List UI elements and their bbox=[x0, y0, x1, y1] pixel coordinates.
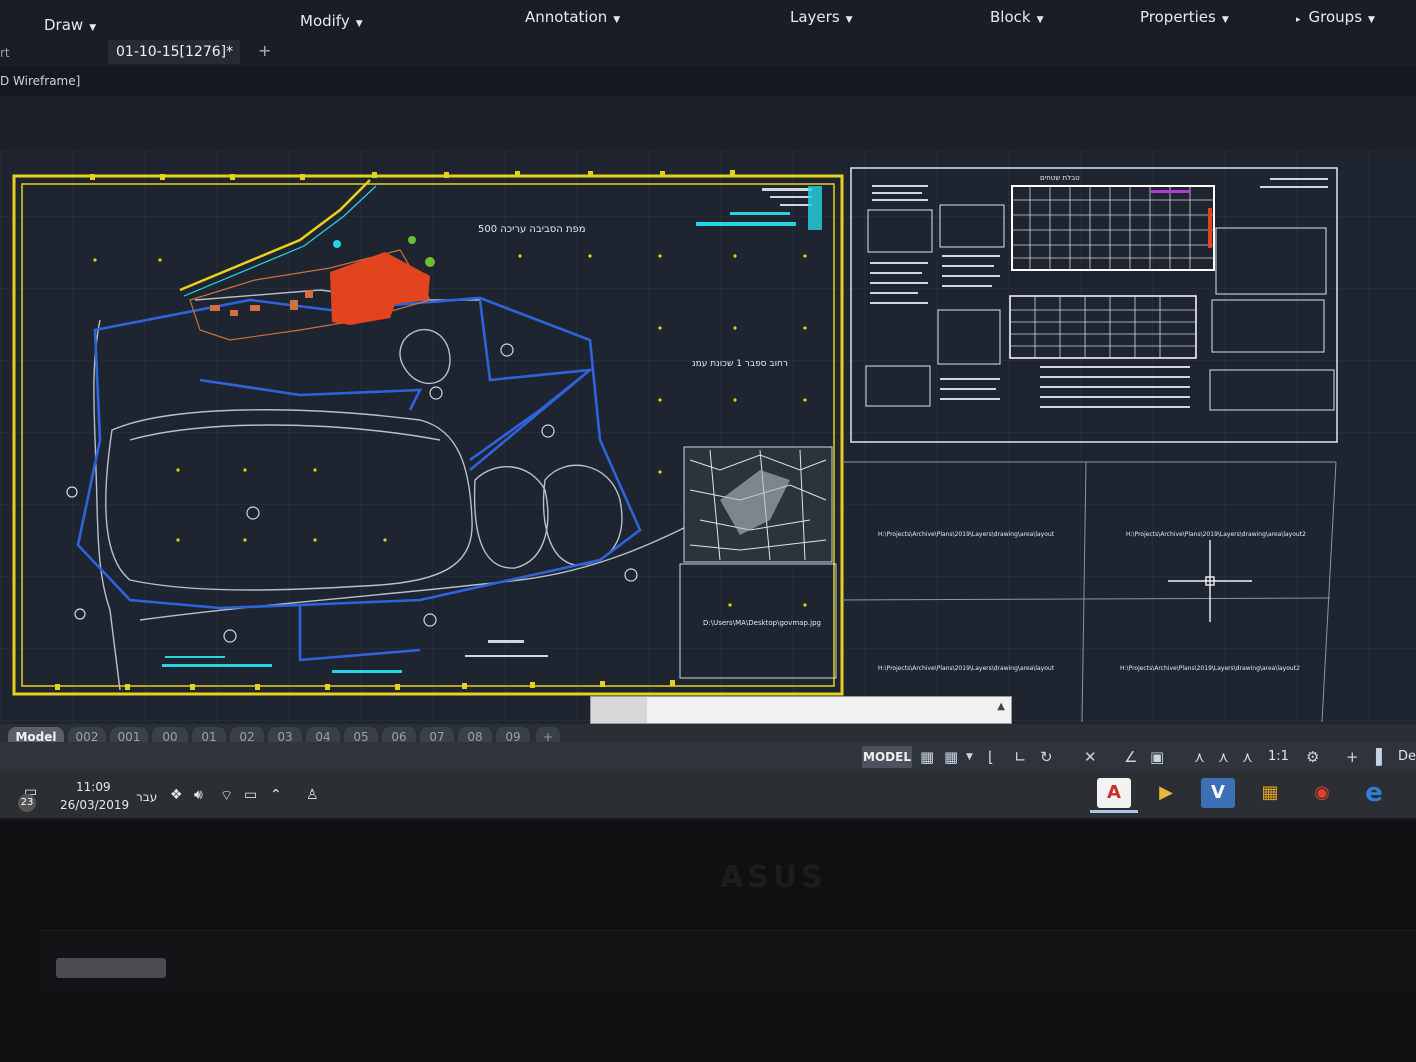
active-app-indicator bbox=[1090, 810, 1138, 813]
screen: Draw ▼ Modify ▼ Annotation ▼ Layers ▼ Block ▼… bbox=[0, 0, 1416, 820]
ribbon-panel-label: Modify bbox=[300, 12, 350, 30]
infer-constraints-icon[interactable]: ⌊ bbox=[988, 748, 994, 766]
chevron-down-icon: ▼ bbox=[1368, 15, 1375, 25]
ribbon-panel-properties[interactable]: Properties ▼ bbox=[1140, 8, 1229, 26]
chevron-down-icon: ▼ bbox=[845, 15, 853, 25]
grid bbox=[0, 150, 1416, 725]
media-app-icon[interactable]: ▶ bbox=[1149, 778, 1183, 808]
clock-date[interactable]: 26/03/2019 bbox=[60, 798, 129, 812]
battery-icon[interactable]: ▭ bbox=[244, 787, 257, 803]
object-snap-tracking-icon[interactable]: ✕ bbox=[1084, 748, 1097, 766]
viewport-label[interactable]: D Wireframe] bbox=[0, 74, 80, 88]
ribbon: Draw ▼ Modify ▼ Annotation ▼ Layers ▼ Block ▼… bbox=[0, 0, 1416, 40]
xref-path-4: H:\Projects\Archive\Plans\2019\Layers\dr… bbox=[1120, 665, 1300, 672]
ribbon-panel-modify[interactable]: Modify ▼ bbox=[300, 12, 363, 30]
edge-app-icon[interactable]: e bbox=[1357, 778, 1391, 808]
snap-mode-icon[interactable]: ▦ bbox=[944, 748, 958, 766]
ribbon-panel-label: Layers bbox=[790, 8, 840, 26]
xref-path-1: H:\Projects\Archive\Plans\2019\Layers\dr… bbox=[878, 531, 1055, 538]
customize-icon[interactable]: ▌ bbox=[1376, 748, 1388, 766]
command-line-tools[interactable] bbox=[591, 697, 647, 723]
autocad-app-icon[interactable]: A bbox=[1097, 778, 1131, 808]
status-trailing-text: De bbox=[1398, 749, 1416, 764]
chevron-down-icon: ▼ bbox=[1036, 15, 1044, 25]
site-label: רחוב ספבר 1 שכונת עמנ bbox=[692, 359, 788, 369]
ribbon-panel-label: Properties bbox=[1140, 8, 1216, 26]
input-language[interactable]: עבר bbox=[136, 790, 157, 804]
legend-header: טבלת שטחים bbox=[1040, 174, 1080, 182]
ribbon-panel-label: Block bbox=[990, 8, 1031, 26]
plus-icon[interactable]: + bbox=[1346, 748, 1359, 766]
site-title: מפת הסביבה עריכה 500 bbox=[478, 224, 586, 235]
ribbon-panel-draw[interactable]: Draw ▼ bbox=[44, 16, 96, 34]
new-tab-icon[interactable]: + bbox=[258, 41, 271, 60]
left-cut-text: rt bbox=[0, 46, 10, 60]
ribbon-panel-label: Annotation bbox=[525, 8, 608, 26]
annotation-scale[interactable]: 1:1 bbox=[1268, 749, 1289, 764]
visio-app-icon[interactable]: V bbox=[1201, 778, 1235, 808]
expand-icon: ▸ bbox=[1296, 15, 1301, 25]
chevron-down-icon: ▼ bbox=[613, 15, 621, 25]
chevron-down-icon: ▼ bbox=[89, 23, 97, 33]
clock-time[interactable]: 11:09 bbox=[76, 780, 111, 794]
ribbon-panel-groups[interactable]: ▸ Groups ▼ bbox=[1296, 8, 1375, 26]
ribbon-panel-label: Draw bbox=[44, 16, 84, 34]
ribbon-panel-annotation[interactable]: Annotation ▼ bbox=[525, 8, 620, 26]
chevron-up-icon[interactable]: ▲ bbox=[997, 701, 1005, 712]
model-space-button[interactable]: MODEL bbox=[862, 746, 912, 768]
drawing-canvas[interactable]: מפת הסביבה עריכה 500 רחוב ספבר 1 שכונת ע… bbox=[0, 150, 1416, 725]
ortho-mode-icon[interactable]: ∟ bbox=[1014, 748, 1027, 766]
lineweight-icon[interactable]: ▣ bbox=[1150, 748, 1164, 766]
chrome-app-icon[interactable]: ◉ bbox=[1305, 778, 1339, 808]
wifi-icon[interactable]: ⌔ bbox=[220, 787, 233, 805]
xref-path-3: H:\Projects\Archive\Plans\2019\Layers\dr… bbox=[878, 665, 1055, 672]
laptop-hinge bbox=[40, 930, 1416, 991]
command-line[interactable]: ▲ bbox=[590, 696, 1012, 724]
document-tab[interactable]: 01-10-15[1276]* bbox=[108, 40, 240, 64]
laptop-foot bbox=[56, 958, 166, 978]
image-path-label: D:\Users\MA\Desktop\govmap.jpg bbox=[703, 619, 821, 627]
laptop-brand-logo: ASUS bbox=[720, 860, 827, 895]
chevron-down-icon: ▼ bbox=[355, 19, 363, 29]
notification-badge: 23 bbox=[18, 794, 36, 812]
ribbon-panel-block[interactable]: Block ▼ bbox=[990, 8, 1044, 26]
volume-icon[interactable]: 🔊︎ bbox=[194, 787, 203, 803]
grid-display-icon[interactable]: ▦ bbox=[920, 748, 934, 766]
chevron-down-icon[interactable]: ▼ bbox=[966, 752, 973, 762]
object-snap-icon[interactable]: ∠ bbox=[1124, 748, 1137, 766]
annotation-scale-icon[interactable]: ⋏ bbox=[1242, 748, 1253, 766]
polar-tracking-icon[interactable]: ↻ bbox=[1040, 748, 1053, 766]
chevron-up-icon[interactable]: ⌃ bbox=[270, 787, 282, 803]
people-icon[interactable]: ♙ bbox=[306, 787, 319, 803]
title-block-marker bbox=[808, 186, 822, 230]
gear-icon[interactable]: ⚙ bbox=[1306, 748, 1319, 766]
ribbon-panel-layers[interactable]: Layers ▼ bbox=[790, 8, 853, 26]
annotation-visibility-icon[interactable]: ⋏ bbox=[1194, 748, 1205, 766]
store-app-icon[interactable]: ▦ bbox=[1253, 778, 1287, 808]
ribbon-panel-label: Groups bbox=[1308, 8, 1363, 26]
chevron-down-icon: ▼ bbox=[1221, 15, 1229, 25]
dropbox-icon[interactable]: ❖ bbox=[170, 787, 183, 803]
xref-path-2: H:\Projects\Archive\Plans\2019\Layers\dr… bbox=[1126, 531, 1306, 538]
auto-scale-icon[interactable]: ⋏ bbox=[1218, 748, 1229, 766]
